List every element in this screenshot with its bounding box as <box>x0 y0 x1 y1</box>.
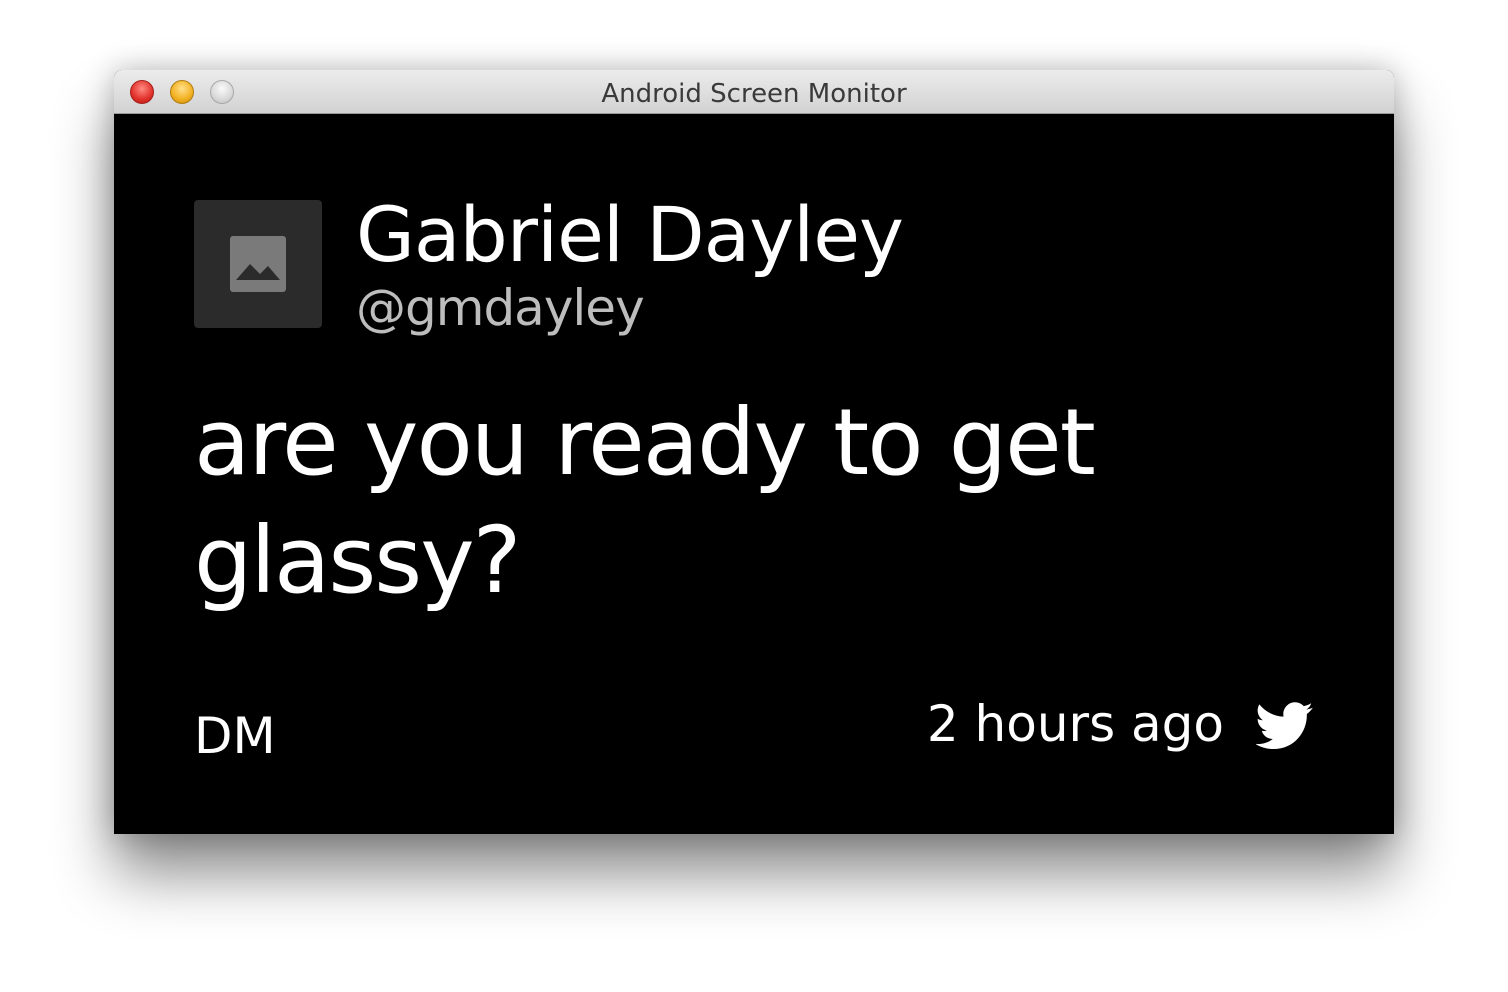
window-title: Android Screen Monitor <box>601 79 907 109</box>
author-handle: @gmdayley <box>356 279 645 337</box>
app-window: Android Screen Monitor Gabriel Dayley @g… <box>114 70 1394 834</box>
image-placeholder-icon <box>230 236 286 292</box>
timestamp: 2 hours ago <box>926 695 1224 753</box>
tweet-text: are you ready to get glassy? <box>194 389 1096 614</box>
twitter-bird-icon <box>1256 702 1313 750</box>
author-name: Gabriel Dayley <box>356 190 904 279</box>
dm-label: DM <box>194 707 276 765</box>
avatar <box>194 200 322 328</box>
glass-card: Gabriel Dayley @gmdayley are you ready t… <box>114 114 1394 834</box>
title-bar[interactable]: Android Screen Monitor <box>114 70 1394 114</box>
